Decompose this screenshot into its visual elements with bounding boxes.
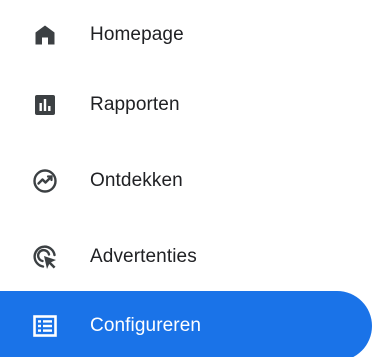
nav-item-label: Ontdekken (90, 170, 183, 191)
nav-item-configureren[interactable]: Configureren (0, 291, 372, 357)
nav-item-label: Advertenties (90, 246, 197, 267)
bar-chart-icon (32, 92, 58, 118)
home-icon (32, 22, 58, 48)
ads-click-icon (32, 244, 58, 270)
nav-item-homepage[interactable]: Homepage (0, 7, 372, 63)
nav-item-label: Homepage (90, 24, 184, 45)
nav-item-rapporten[interactable]: Rapporten (0, 77, 372, 133)
list-icon (32, 313, 58, 339)
explore-icon (32, 168, 58, 194)
nav-item-label: Configureren (90, 315, 202, 336)
sidebar-nav: Homepage Rapporten Ontdekken Advertentie… (0, 0, 372, 357)
nav-item-ontdekken[interactable]: Ontdekken (0, 153, 372, 209)
nav-item-label: Rapporten (90, 94, 180, 115)
nav-item-advertenties[interactable]: Advertenties (0, 229, 372, 285)
